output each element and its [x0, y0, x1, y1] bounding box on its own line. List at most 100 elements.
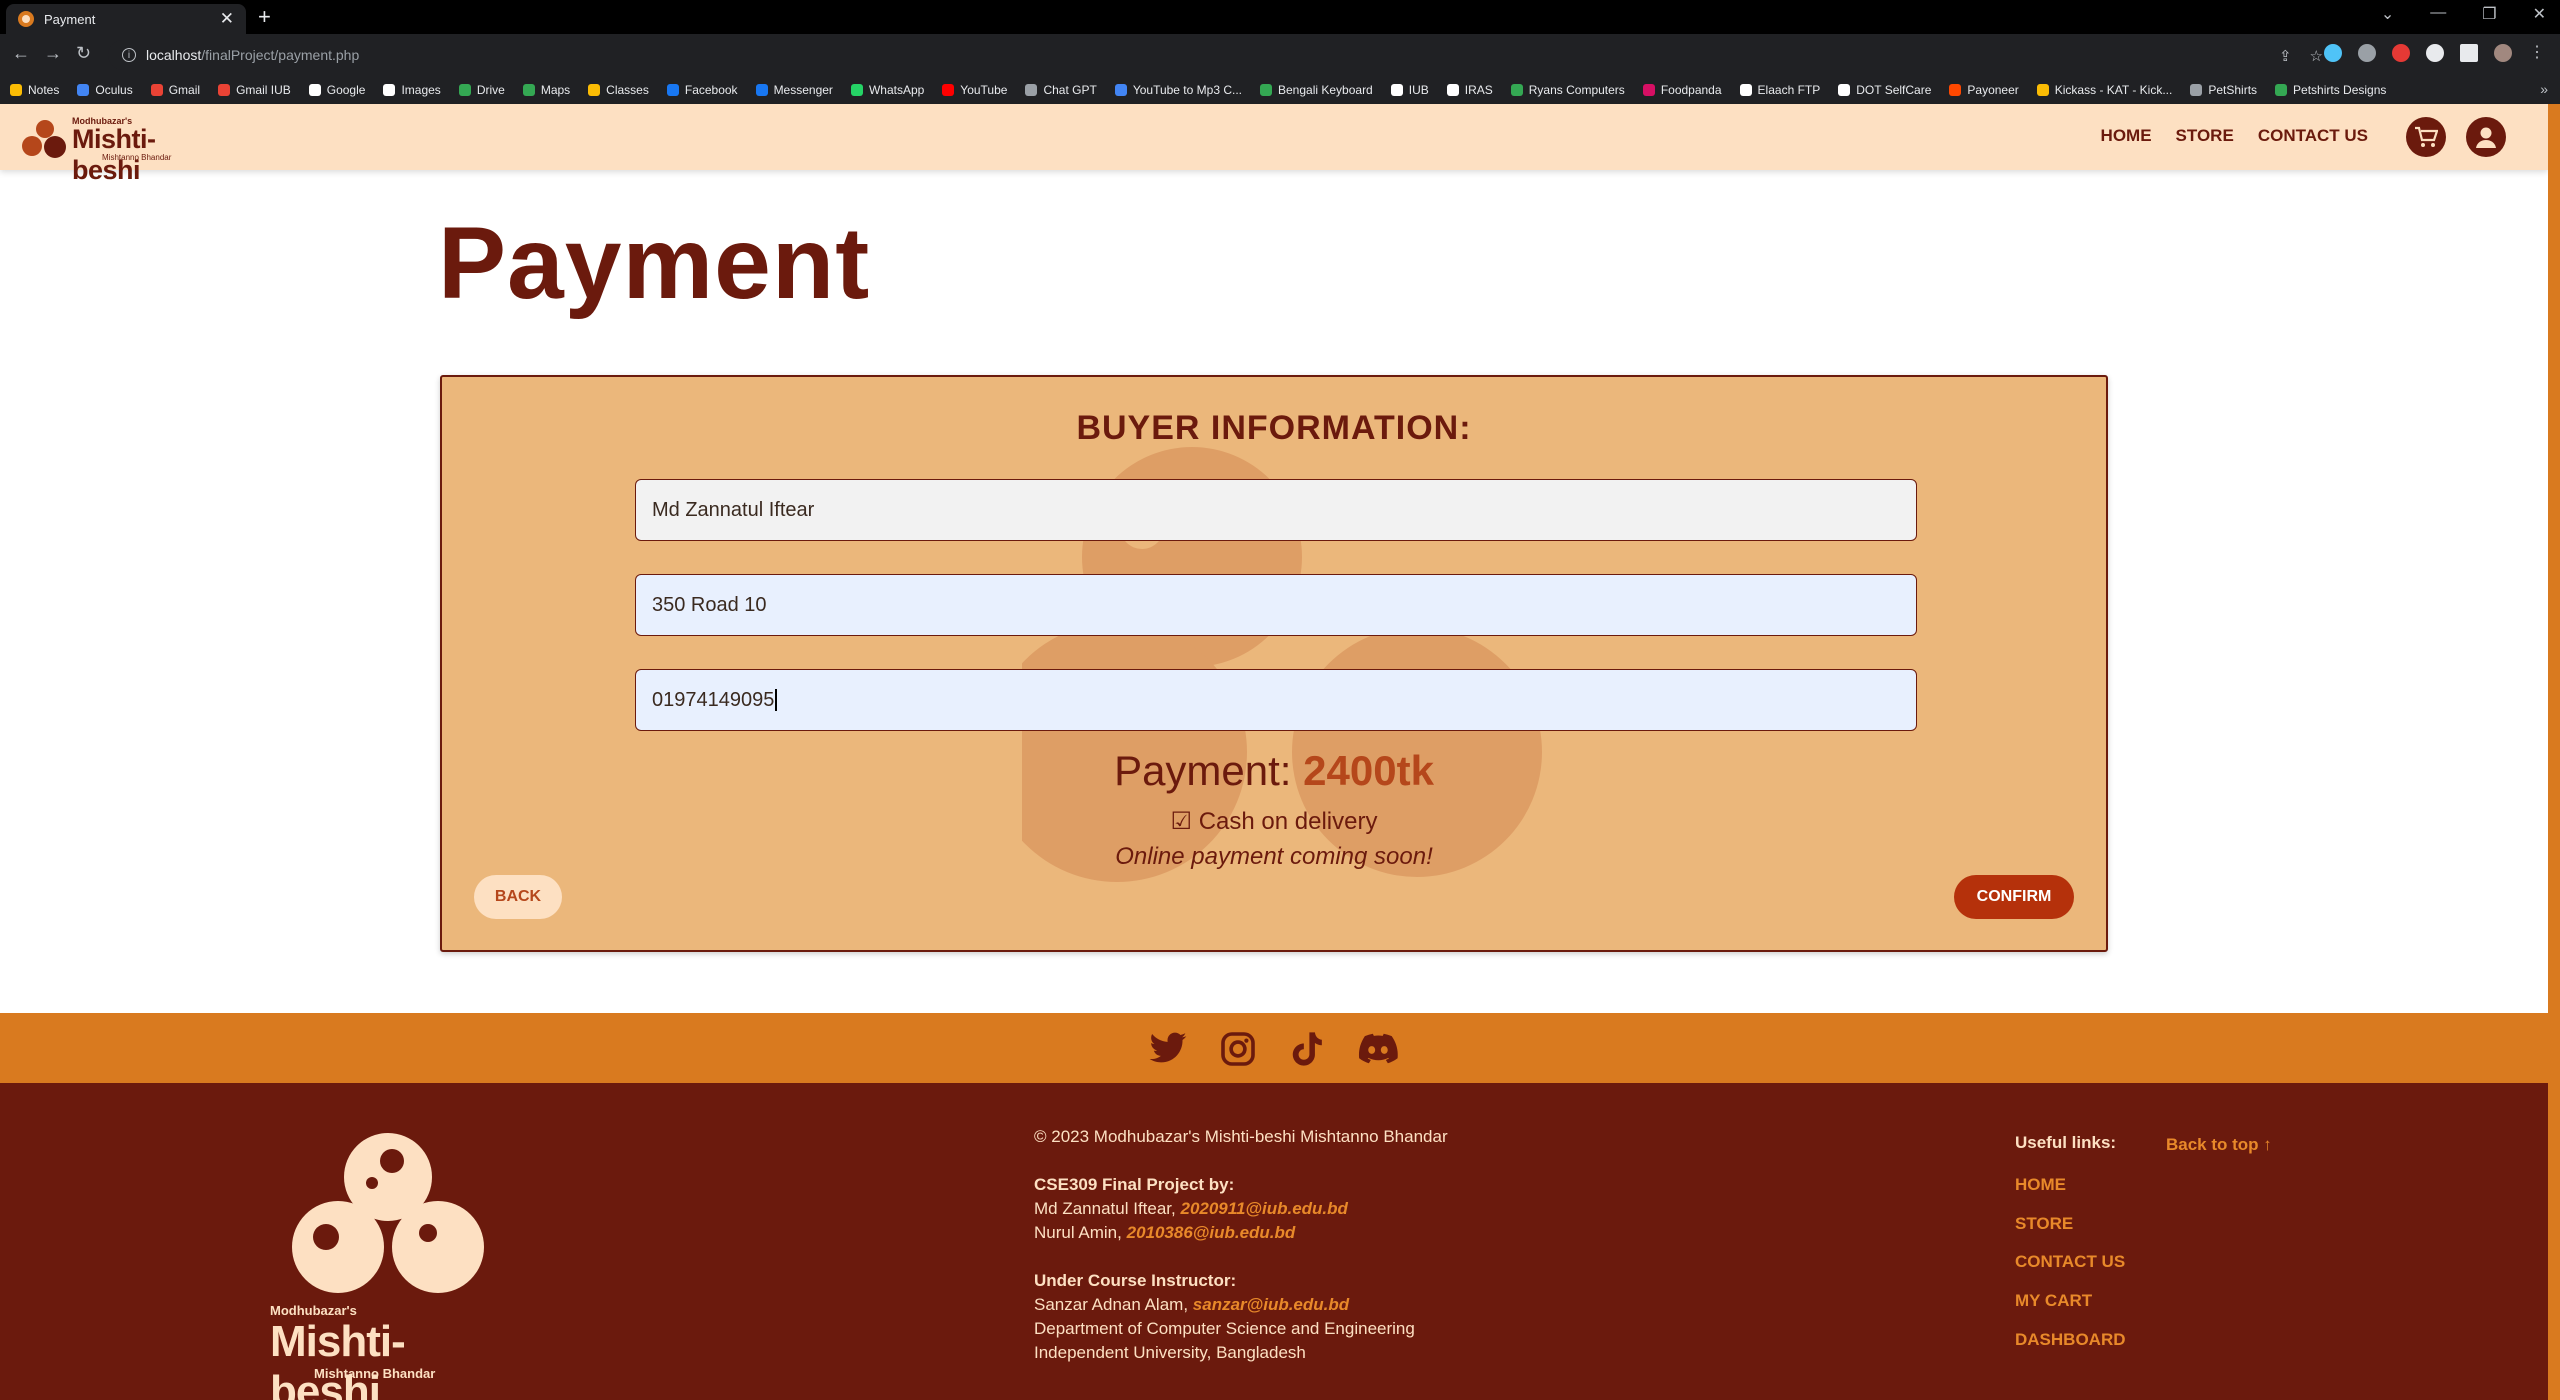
- puzzle-extensions-icon[interactable]: [2426, 44, 2444, 62]
- bookmark-item[interactable]: YouTube to Mp3 C...: [1114, 83, 1242, 97]
- new-tab-button[interactable]: +: [258, 4, 271, 30]
- bookmark-favicon-icon: [942, 84, 955, 96]
- bookmark-item[interactable]: Messenger: [755, 83, 833, 97]
- instagram-icon[interactable]: [1218, 1029, 1258, 1069]
- bookmark-item[interactable]: Foodpanda: [1642, 83, 1722, 97]
- payment-label: Payment:: [1114, 747, 1292, 794]
- bookmark-label: Payoneer: [1967, 83, 2019, 97]
- member-name: Nurul Amin,: [1034, 1223, 1122, 1242]
- bookmark-item[interactable]: Gmail IUB: [218, 83, 291, 97]
- bookmark-favicon-icon: [1510, 84, 1523, 96]
- phone-field[interactable]: 01974149095: [635, 669, 1917, 731]
- bookmark-star-icon[interactable]: ☆: [2310, 47, 2323, 65]
- twitter-icon[interactable]: [1148, 1029, 1188, 1069]
- back-arrow-icon[interactable]: ←: [12, 43, 30, 64]
- member-email-link[interactable]: 2020911@iub.edu.bd: [1180, 1199, 1347, 1218]
- name-field[interactable]: Md Zannatul Iftear: [635, 479, 1917, 541]
- bookmark-item[interactable]: WhatsApp: [850, 83, 924, 97]
- bookmark-item[interactable]: Classes: [588, 83, 649, 97]
- bookmark-item[interactable]: Oculus: [77, 83, 133, 97]
- bookmark-item[interactable]: Gmail: [150, 83, 200, 97]
- close-tab-icon[interactable]: ✕: [220, 9, 234, 29]
- member-email-link[interactable]: 2010386@iub.edu.bd: [1127, 1223, 1296, 1242]
- instructor-email-link[interactable]: sanzar@iub.edu.bd: [1193, 1295, 1349, 1314]
- bookmark-label: Maps: [540, 83, 571, 97]
- bookmark-label: PetShirts: [2208, 83, 2258, 97]
- profile-avatar-icon[interactable]: [2494, 44, 2512, 62]
- footer-link-dashboard[interactable]: DASHBOARD: [2015, 1330, 2126, 1350]
- browser-tab[interactable]: Payment ✕: [6, 4, 246, 34]
- nav-contact-us[interactable]: CONTACT US: [2258, 126, 2368, 146]
- bookmark-item[interactable]: Elaach FTP: [1739, 83, 1820, 97]
- site-footer: Modhubazar's Mishti-beshi Mishtanno Bhan…: [0, 1083, 2548, 1400]
- project-title: CSE309 Final Project by:: [1034, 1175, 1235, 1194]
- footer-link-home[interactable]: HOME: [2015, 1175, 2066, 1195]
- bookmark-favicon-icon: [1838, 84, 1851, 96]
- minimize-icon[interactable]: —: [2430, 4, 2446, 24]
- bookmark-item[interactable]: Notes: [10, 83, 59, 97]
- restore-icon[interactable]: ❐: [2482, 4, 2496, 24]
- bookmark-item[interactable]: Bengali Keyboard: [1260, 83, 1373, 97]
- bookmark-item[interactable]: Chat GPT: [1025, 83, 1097, 97]
- discord-icon[interactable]: [1358, 1029, 1398, 1069]
- bookmark-item[interactable]: IRAS: [1446, 83, 1493, 97]
- tab-search-icon[interactable]: ⌄: [2381, 4, 2394, 24]
- bookmark-item[interactable]: Maps: [522, 83, 571, 97]
- site-info-icon[interactable]: i: [122, 48, 136, 62]
- bookmark-favicon-icon: [1025, 84, 1038, 96]
- bookmark-label: Notes: [28, 83, 60, 97]
- bookmark-item[interactable]: Payoneer: [1949, 83, 2019, 97]
- bookmark-item[interactable]: DOT SelfCare: [1838, 83, 1931, 97]
- footer-link-contact-us[interactable]: CONTACT US: [2015, 1252, 2125, 1272]
- footer-logo-small-text: Modhubazar's: [270, 1303, 357, 1318]
- bookmark-label: IUB: [1408, 83, 1429, 97]
- cart-icon[interactable]: [2406, 117, 2446, 157]
- cash-on-delivery-option[interactable]: ☑ Cash on delivery: [442, 807, 2106, 836]
- extension-icon[interactable]: [2324, 44, 2342, 62]
- logo-subtext: Mishtanno Bhandar: [102, 153, 172, 162]
- menu-kebab-icon[interactable]: ⋮: [2528, 44, 2546, 62]
- nav-home[interactable]: HOME: [2101, 126, 2152, 146]
- member-name: Md Zannatul Iftear,: [1034, 1199, 1176, 1218]
- extensions-area: ⋮: [2324, 44, 2546, 62]
- bookmark-item[interactable]: IUB: [1390, 83, 1429, 97]
- reload-icon[interactable]: ↻: [76, 43, 91, 64]
- bookmark-favicon-icon: [755, 84, 768, 96]
- extension-icon[interactable]: [2392, 44, 2410, 62]
- payment-total: Payment: 2400tk: [442, 747, 2106, 795]
- address-bar[interactable]: i localhost /finalProject/payment.php ⇪ …: [108, 40, 2323, 70]
- bookmarks-overflow-icon[interactable]: »: [2540, 81, 2548, 97]
- user-account-icon[interactable]: [2466, 117, 2506, 157]
- bookmark-favicon-icon: [1114, 84, 1127, 96]
- nav-store[interactable]: STORE: [2176, 126, 2234, 146]
- bookmark-favicon-icon: [522, 84, 535, 96]
- scrollbar-track[interactable]: [2548, 104, 2560, 1400]
- copyright: © 2023 Modhubazar's Mishti-beshi Mishtan…: [1034, 1127, 1448, 1146]
- close-window-icon[interactable]: ✕: [2533, 4, 2546, 24]
- extension-icon[interactable]: [2358, 44, 2376, 62]
- bookmark-item[interactable]: Drive: [458, 83, 505, 97]
- bookmark-item[interactable]: YouTube: [942, 83, 1007, 97]
- social-bar: [0, 1013, 2548, 1083]
- bookmark-item[interactable]: Images: [383, 83, 441, 97]
- footer-link-store[interactable]: STORE: [2015, 1214, 2073, 1234]
- bookmark-item[interactable]: Petshirts Designs: [2275, 83, 2386, 97]
- bookmark-favicon-icon: [77, 84, 90, 96]
- bookmark-label: YouTube: [960, 83, 1008, 97]
- bookmark-item[interactable]: Ryans Computers: [1510, 83, 1625, 97]
- side-panel-icon[interactable]: [2460, 44, 2478, 62]
- bookmark-item[interactable]: PetShirts: [2190, 83, 2257, 97]
- tiktok-icon[interactable]: [1288, 1029, 1328, 1069]
- footer-link-my-cart[interactable]: MY CART: [2015, 1291, 2092, 1311]
- forward-arrow-icon[interactable]: →: [44, 43, 62, 64]
- bookmark-item[interactable]: Kickass - KAT - Kick...: [2036, 83, 2172, 97]
- bookmark-label: DOT SelfCare: [1856, 83, 1932, 97]
- bookmark-item[interactable]: Google: [308, 83, 365, 97]
- back-button[interactable]: BACK: [474, 875, 562, 919]
- share-icon[interactable]: ⇪: [2279, 47, 2292, 65]
- site-logo[interactable]: Modhubazar's Mishti-beshi Mishtanno Bhan…: [22, 116, 222, 185]
- bookmark-item[interactable]: Facebook: [666, 83, 738, 97]
- confirm-button[interactable]: CONFIRM: [1954, 875, 2074, 919]
- address-field[interactable]: 350 Road 10: [635, 574, 1917, 636]
- back-to-top-link[interactable]: Back to top ↑: [2166, 1135, 2272, 1155]
